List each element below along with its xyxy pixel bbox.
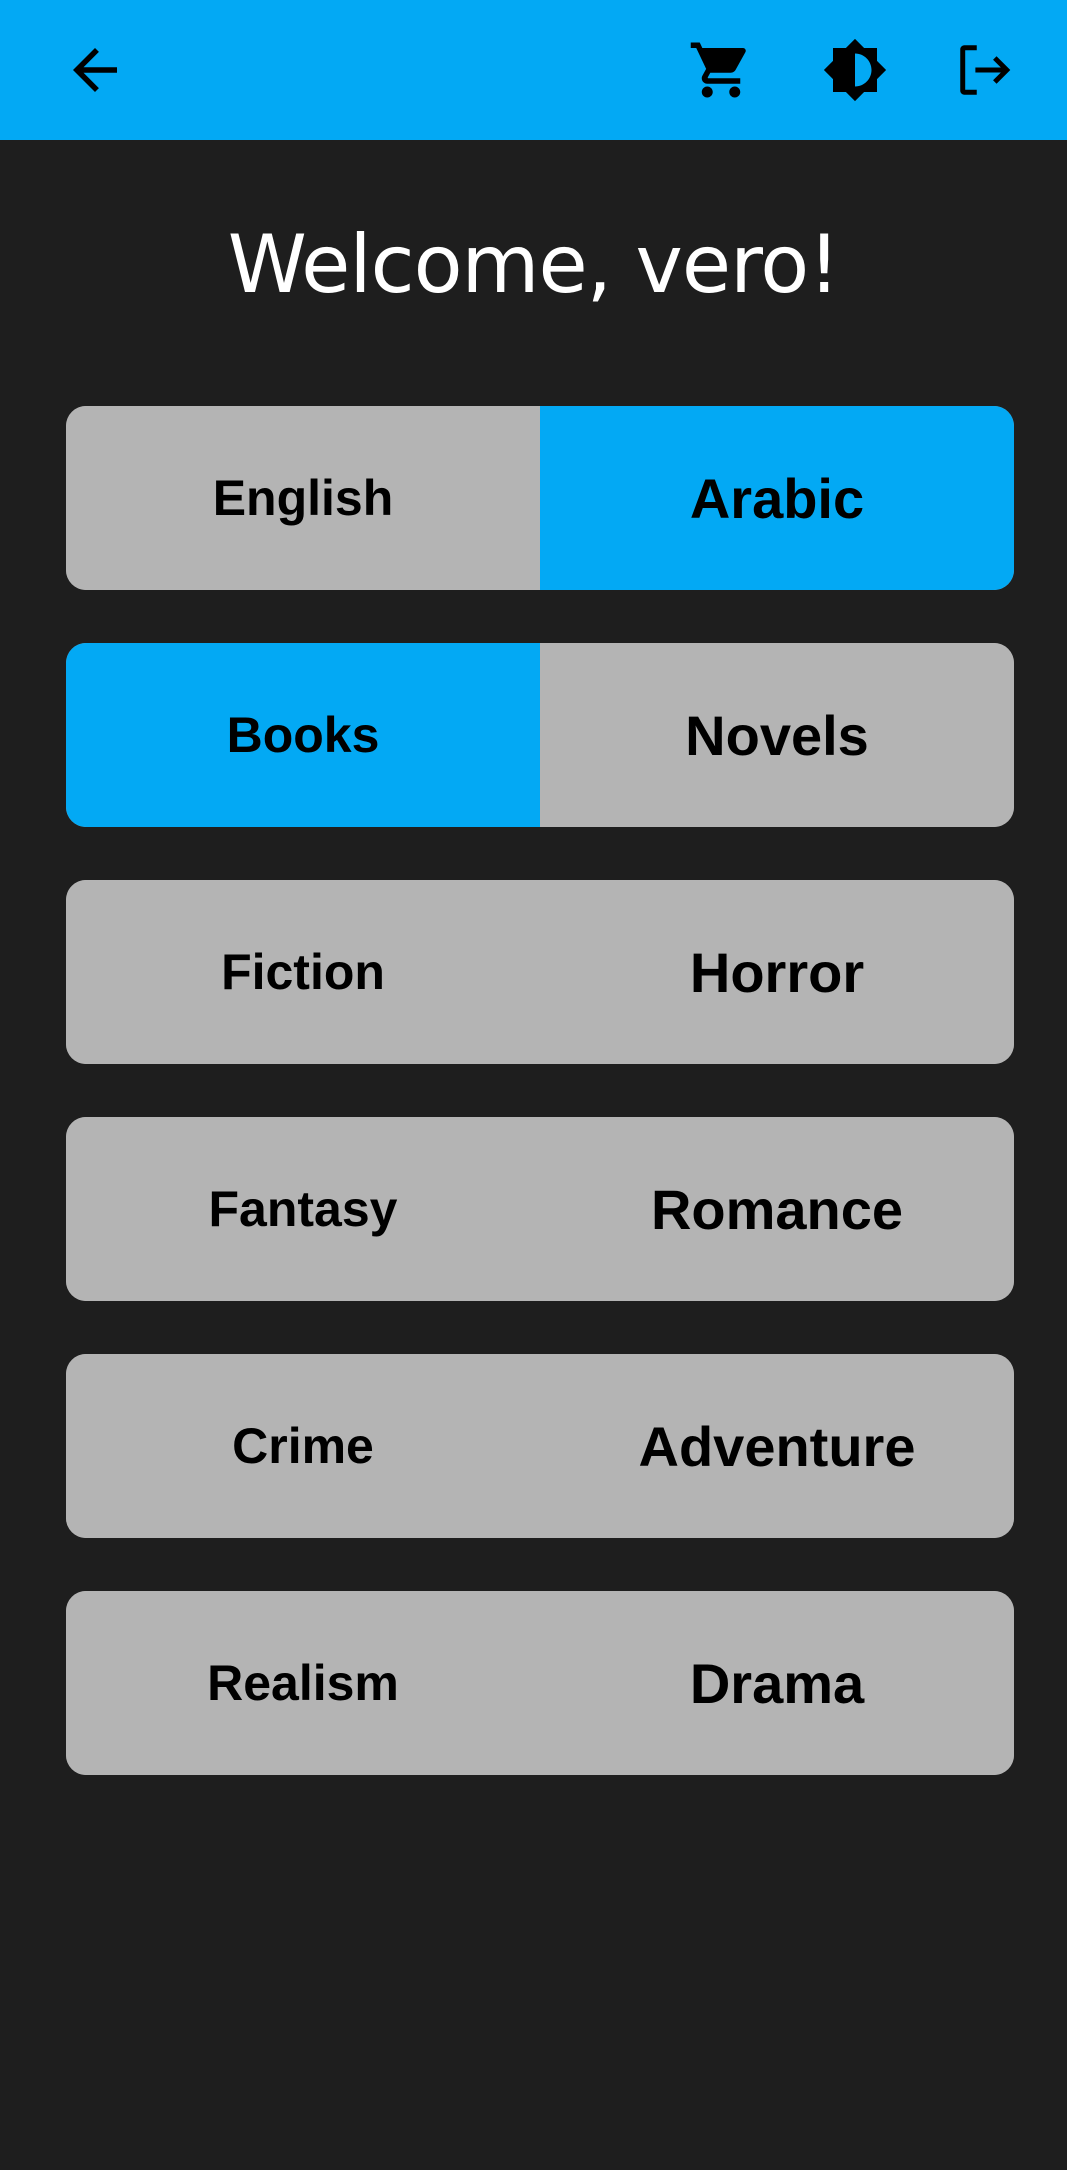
back-button[interactable] <box>51 26 139 114</box>
app-bar <box>0 0 1067 140</box>
theme-toggle-button[interactable] <box>811 26 899 114</box>
genre-option-horror[interactable]: Horror <box>540 880 1014 1064</box>
genre-option-crime[interactable]: Crime <box>66 1354 540 1538</box>
genre-option-drama[interactable]: Drama <box>540 1591 1014 1775</box>
genre-toggle-row: Realism Drama <box>66 1591 1014 1775</box>
cart-button[interactable] <box>677 26 765 114</box>
type-option-novels[interactable]: Novels <box>540 643 1014 827</box>
brightness-contrast-icon <box>823 38 887 102</box>
arrow-left-icon <box>73 48 117 92</box>
genre-option-adventure[interactable]: Adventure <box>540 1354 1014 1538</box>
logout-button[interactable] <box>941 26 1029 114</box>
page-title: Welcome, vero! <box>227 218 841 311</box>
language-toggle: English Arabic <box>66 406 1014 590</box>
genre-toggle-row: Crime Adventure <box>66 1354 1014 1538</box>
type-option-books[interactable]: Books <box>66 643 540 827</box>
genre-option-fantasy[interactable]: Fantasy <box>66 1117 540 1301</box>
type-toggle: Books Novels <box>66 643 1014 827</box>
genre-option-fiction[interactable]: Fiction <box>66 880 540 1064</box>
genre-option-romance[interactable]: Romance <box>540 1117 1014 1301</box>
shopping-cart-icon <box>690 42 746 98</box>
logout-icon <box>960 45 1011 95</box>
genre-option-realism[interactable]: Realism <box>66 1591 540 1775</box>
language-option-arabic[interactable]: Arabic <box>540 406 1014 590</box>
genre-toggle-row: Fiction Horror <box>66 880 1014 1064</box>
genre-toggle-row: Fantasy Romance <box>66 1117 1014 1301</box>
language-option-english[interactable]: English <box>66 406 540 590</box>
